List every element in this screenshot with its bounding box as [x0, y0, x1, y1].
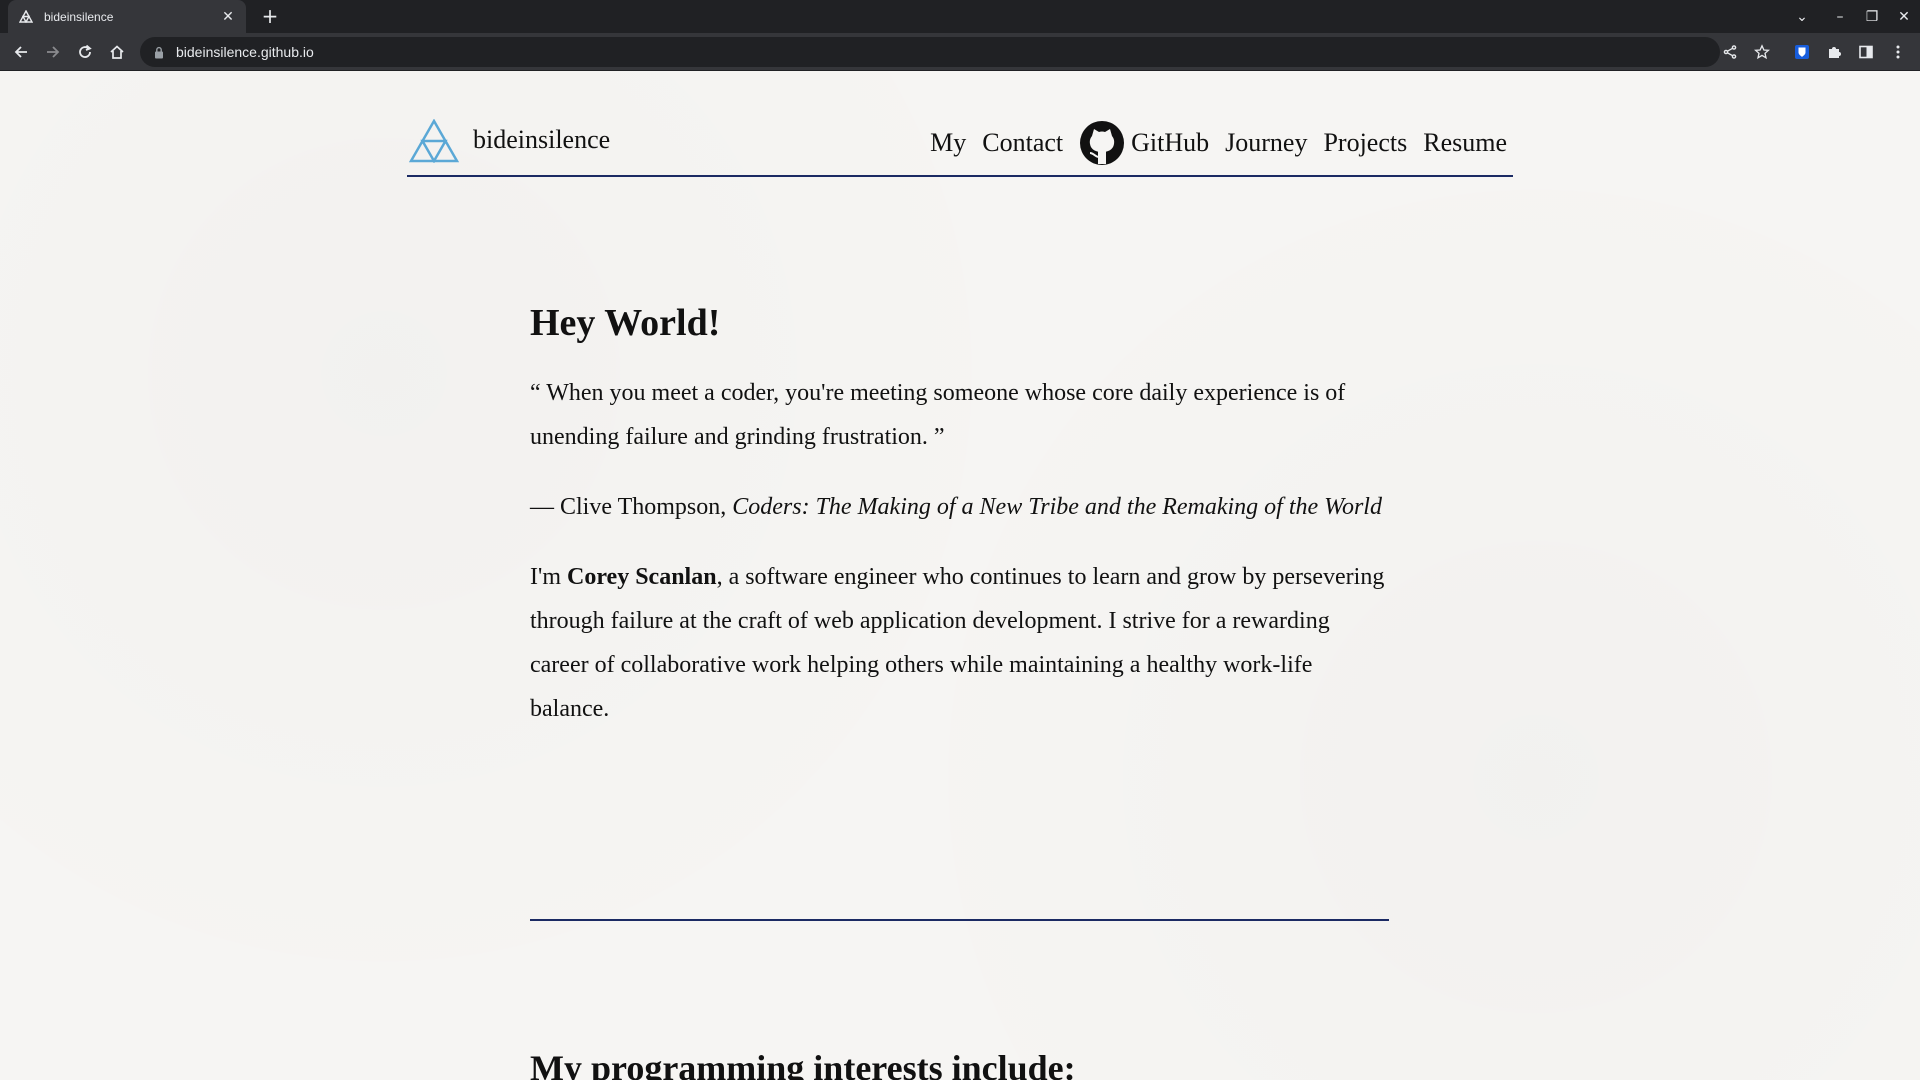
- browser-tab[interactable]: bideinsilence ✕: [8, 0, 246, 33]
- triangle-logo-icon[interactable]: [409, 119, 459, 163]
- tab-search-icon[interactable]: ⌄: [1786, 0, 1818, 33]
- section-divider: [530, 919, 1389, 921]
- bio-paragraph: I'm Corey Scanlan, a software engineer w…: [530, 555, 1390, 731]
- attribution-author: — Clive Thompson,: [530, 494, 733, 520]
- nav-link-my[interactable]: My: [930, 128, 966, 158]
- attribution-book-title: Coders: The Making of a New Tribe and th…: [732, 494, 1382, 520]
- back-arrow-icon: [14, 46, 27, 58]
- nav-link-projects[interactable]: Projects: [1323, 128, 1407, 158]
- close-window-button[interactable]: ✕: [1888, 0, 1920, 33]
- restore-button[interactable]: ❐: [1856, 0, 1888, 33]
- intro-section: Hey World! “ When you meet a coder, you'…: [530, 301, 1390, 757]
- nav-link-resume[interactable]: Resume: [1423, 128, 1507, 158]
- brand-name[interactable]: bideinsilence: [473, 125, 610, 155]
- bitwarden-extension-icon[interactable]: [1794, 37, 1810, 67]
- minimize-button[interactable]: –: [1824, 0, 1856, 33]
- lock-icon: [154, 45, 166, 59]
- reload-button[interactable]: [71, 38, 99, 66]
- url-text: bideinsilence.github.io: [176, 44, 314, 60]
- browser-tab-bar: bideinsilence ✕ + ⌄ – ❐ ✕: [0, 0, 1920, 33]
- back-button[interactable]: [7, 38, 35, 66]
- triangle-logo-icon: [18, 9, 34, 25]
- interests-heading: My programming interests include:: [530, 1048, 1076, 1080]
- bio-name: Corey Scanlan: [566, 564, 717, 590]
- quote-attribution: — Clive Thompson, Coders: The Making of …: [530, 485, 1390, 529]
- side-panel-icon[interactable]: [1858, 37, 1874, 67]
- reload-icon: [79, 44, 92, 58]
- kebab-menu-icon[interactable]: [1890, 37, 1906, 67]
- home-icon: [110, 45, 124, 59]
- nav-link-github[interactable]: GitHub: [1131, 128, 1209, 158]
- nav-link-contact[interactable]: Contact: [982, 128, 1063, 158]
- tab-title: bideinsilence: [44, 9, 114, 24]
- new-tab-button[interactable]: +: [258, 4, 282, 28]
- github-icon[interactable]: [1079, 120, 1125, 166]
- home-button[interactable]: [103, 38, 131, 66]
- tab-close-icon[interactable]: ✕: [220, 9, 236, 25]
- bookmark-star-icon[interactable]: [1754, 37, 1770, 67]
- main-nav: My Contact GitHub Journey Projects Resum…: [914, 121, 1507, 165]
- page-viewport: bideinsilence My Contact GitHub Journey …: [0, 71, 1920, 1080]
- quote: “ When you meet a coder, you're meeting …: [530, 380, 1346, 450]
- address-bar[interactable]: bideinsilence.github.io: [140, 37, 1720, 67]
- page-title: Hey World!: [530, 302, 721, 344]
- browser-toolbar: bideinsilence.github.io: [0, 33, 1920, 71]
- nav-link-journey[interactable]: Journey: [1225, 128, 1307, 158]
- bio-prefix: I'm: [530, 564, 567, 590]
- forward-arrow-icon: [47, 46, 60, 58]
- share-icon[interactable]: [1722, 37, 1738, 67]
- forward-button[interactable]: [39, 38, 67, 66]
- extensions-puzzle-icon[interactable]: [1826, 37, 1842, 67]
- site-header: bideinsilence My Contact GitHub Journey …: [407, 115, 1513, 177]
